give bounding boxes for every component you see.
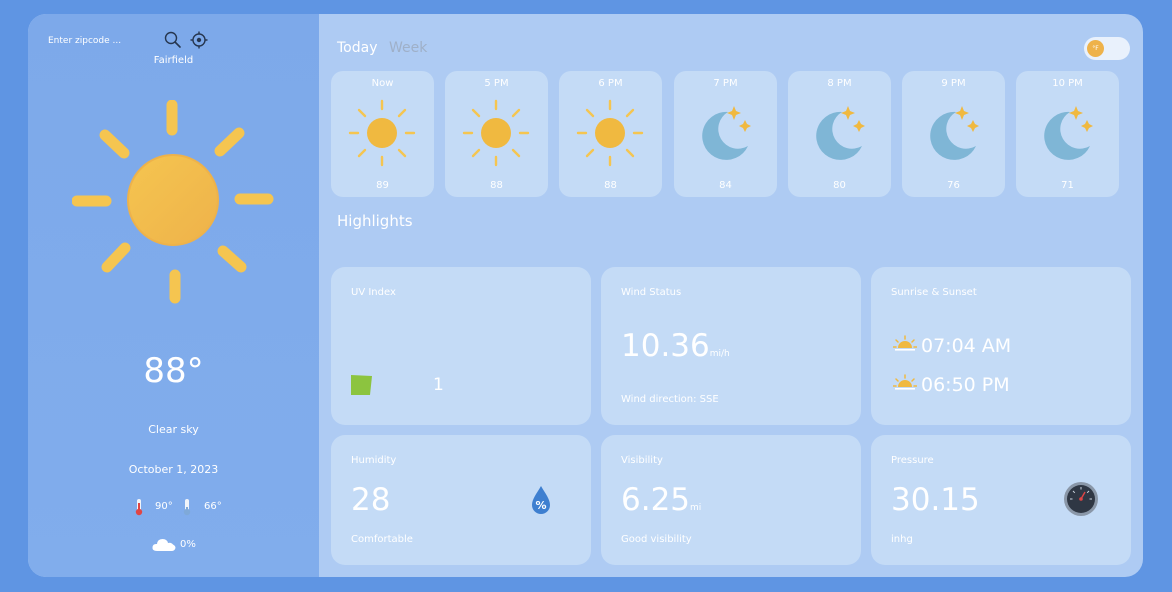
visibility-note: Good visibility — [621, 534, 692, 545]
current-date: October 1, 2023 — [128, 463, 219, 476]
hour-temperature: 80 — [833, 180, 846, 191]
wind-status-card: Wind Status 10.36mi/h Wind direction: SS… — [601, 267, 861, 425]
hourly-card[interactable]: 5 PM 88 — [445, 71, 548, 197]
wind-speed: 10.36mi/h — [621, 328, 730, 364]
hour-label: Now — [371, 78, 394, 89]
pressure-card: Pressure 30.15 inhg — [871, 435, 1131, 565]
pressure-value: 30.15 — [891, 482, 980, 518]
moon-stars-icon — [816, 106, 865, 160]
uv-index-card: UV Index 1 — [331, 267, 591, 425]
visibility-value: 6.25 — [621, 482, 691, 518]
hour-label: 9 PM — [941, 78, 966, 89]
hour-temperature: 84 — [719, 180, 732, 191]
locate-icon[interactable] — [189, 30, 209, 50]
moon-stars-icon — [1044, 106, 1093, 160]
hour-temperature: 89 — [376, 180, 389, 191]
sunrise-sunset-card: Sunrise & Sunset 07:04 AM 06:50 PM — [871, 267, 1131, 425]
hourly-card[interactable]: 8 PM 80 — [788, 71, 891, 197]
humidity-card: Humidity 28 Comfortable % — [331, 435, 591, 565]
wind-speed-unit: mi/h — [709, 349, 730, 359]
hour-label: 5 PM — [484, 78, 509, 89]
hourly-card[interactable]: 9 PM 76 — [902, 71, 1005, 197]
uv-index-title: UV Index — [351, 287, 396, 298]
thermometer-hot-icon — [135, 499, 143, 516]
hourly-card[interactable]: Now 89 — [331, 71, 434, 197]
clear-sky-sun-icon — [72, 100, 274, 304]
main-panel: Today Week °F Now 89 5 PM 88 6 PM 88 7 P… — [319, 14, 1143, 577]
wind-direction: Wind direction: SSE — [621, 394, 719, 405]
pressure-title: Pressure — [891, 455, 934, 466]
hour-label: 6 PM — [598, 78, 623, 89]
hour-label: 7 PM — [713, 78, 738, 89]
city-name: Fairfield — [153, 55, 194, 66]
sun-icon — [348, 99, 416, 167]
uv-level-icon — [351, 375, 372, 395]
sunrise-sunset-title: Sunrise & Sunset — [891, 287, 977, 298]
wind-speed-value: 10.36 — [621, 328, 710, 364]
humidity-drop-icon: % — [530, 485, 552, 517]
cloud-cover-value: 0% — [180, 539, 196, 550]
current-temperature: 88° — [143, 351, 204, 391]
humidity-value: 28 — [351, 482, 391, 518]
sunrise-icon — [893, 335, 917, 351]
hour-temperature: 88 — [490, 180, 503, 191]
visibility: 6.25mi — [621, 482, 701, 518]
moon-stars-icon — [930, 106, 979, 160]
weather-app: Fairfield 88° Clear sky Octob — [28, 14, 1143, 577]
hour-label: 8 PM — [827, 78, 852, 89]
barometer-gauge-icon — [1064, 482, 1098, 516]
highlights-heading: Highlights — [337, 212, 413, 230]
temperature-unit-toggle[interactable]: °F — [1084, 37, 1130, 60]
unit-toggle-knob: °F — [1087, 40, 1104, 57]
pressure-unit: inhg — [891, 534, 913, 545]
weather-description: Clear sky — [148, 423, 199, 436]
hourly-card[interactable]: 6 PM 88 — [559, 71, 662, 197]
sun-icon — [462, 99, 530, 167]
cloud-cover: 0% — [152, 536, 232, 554]
sun-icon — [576, 99, 644, 167]
search-icon[interactable] — [163, 30, 183, 50]
sunset-time: 06:50 PM — [921, 374, 1010, 396]
zipcode-input[interactable] — [48, 32, 168, 50]
uv-index-value: 1 — [433, 375, 444, 395]
tab-today[interactable]: Today — [337, 40, 378, 56]
hour-temperature: 71 — [1061, 180, 1074, 191]
moon-stars-icon — [702, 106, 751, 160]
sunset-icon — [893, 374, 917, 390]
humidity-title: Humidity — [351, 455, 397, 466]
hourly-card[interactable]: 7 PM 84 — [674, 71, 777, 197]
wind-status-title: Wind Status — [621, 287, 682, 298]
hour-label: 10 PM — [1052, 78, 1083, 89]
visibility-title: Visibility — [621, 455, 663, 466]
high-low-temperature: 90° 66° — [134, 498, 234, 516]
cloud-icon — [152, 539, 176, 551]
sidebar: Fairfield 88° Clear sky Octob — [28, 14, 319, 577]
visibility-card: Visibility 6.25mi Good visibility — [601, 435, 861, 565]
high-temperature: 90° — [155, 501, 173, 512]
thermometer-cold-icon — [183, 499, 191, 516]
humidity-badge: % — [535, 499, 547, 512]
sunrise-time: 07:04 AM — [921, 335, 1012, 357]
humidity-note: Comfortable — [351, 534, 413, 545]
hour-temperature: 88 — [604, 180, 617, 191]
visibility-unit: mi — [690, 503, 702, 513]
hour-temperature: 76 — [947, 180, 960, 191]
tab-week[interactable]: Week — [389, 40, 427, 56]
hourly-card[interactable]: 10 PM 71 — [1016, 71, 1119, 197]
low-temperature: 66° — [204, 501, 222, 512]
